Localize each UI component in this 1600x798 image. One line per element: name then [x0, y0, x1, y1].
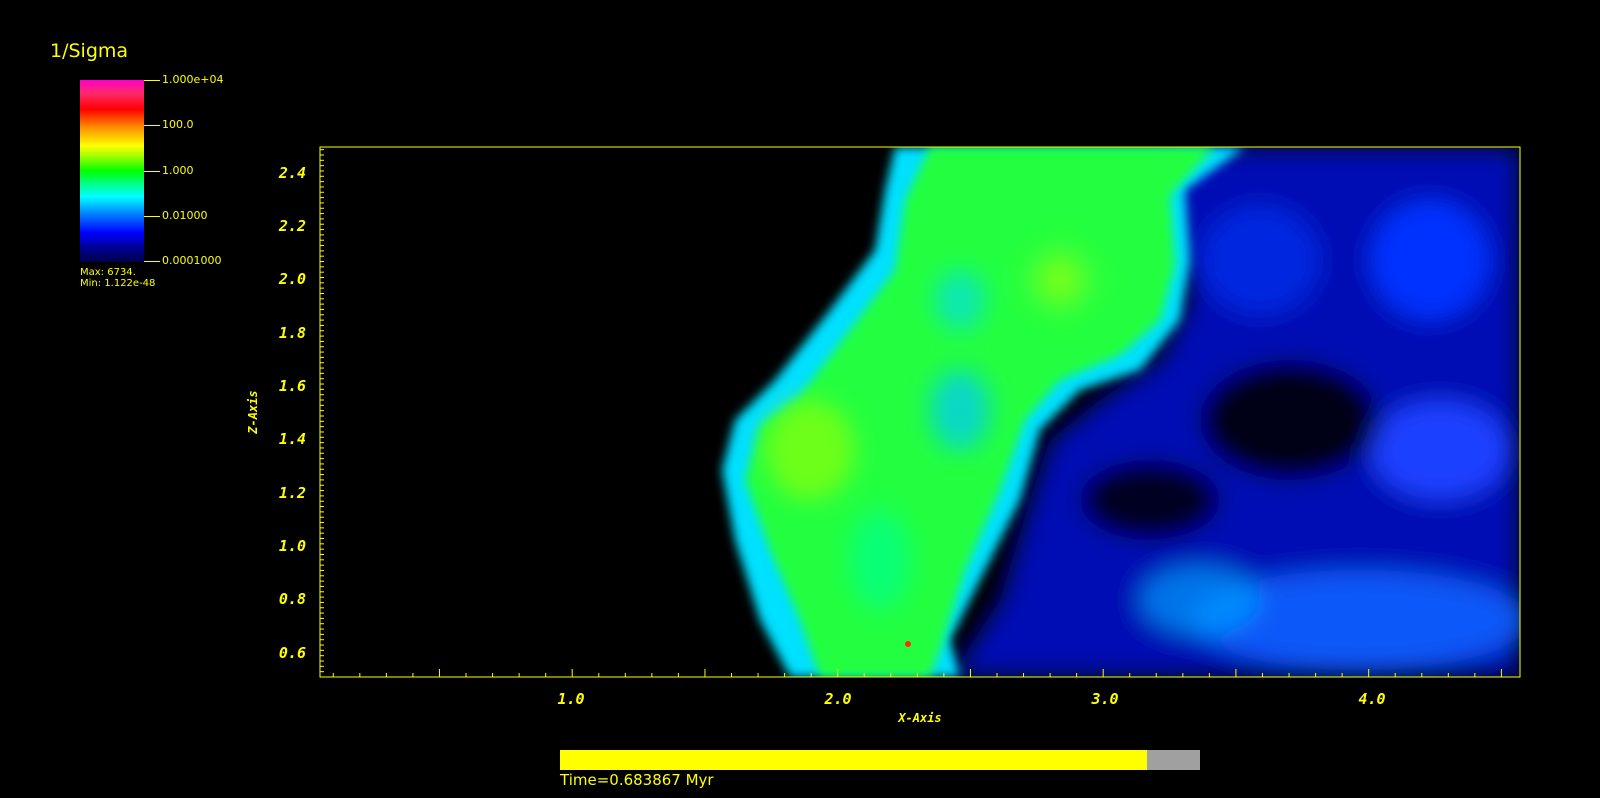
x-axis: 1.0 2.0 3.0 4.0 [557, 690, 1385, 708]
time-label: Time=0.683867 Myr [560, 771, 714, 789]
y-tick-label: 1.2 [279, 484, 306, 502]
y-tick-label: 2.4 [278, 164, 306, 182]
y-axis-title: Z-Axis [246, 390, 260, 434]
y-tick-label: 0.6 [279, 644, 306, 662]
y-tick-label: 0.8 [279, 590, 306, 608]
y-tick-label: 1.0 [279, 537, 306, 555]
x-tick-label: 1.0 [557, 690, 584, 708]
y-tick-label: 1.6 [279, 377, 306, 395]
plot: 2.4 2.2 2.0 1.8 1.6 1.4 1.2 1.0 0.8 0.6 … [246, 146, 1521, 725]
y-tick-label: 1.8 [279, 324, 306, 342]
hot-spot [905, 641, 911, 647]
x-tick-label: 3.0 [1090, 690, 1118, 708]
y-axis: 2.4 2.2 2.0 1.8 1.6 1.4 1.2 1.0 0.8 0.6 [278, 164, 306, 662]
x-axis-title: X-Axis [897, 711, 941, 725]
time-progress-fill [560, 750, 1147, 770]
y-tick-label: 2.0 [278, 270, 306, 288]
y-tick-label: 2.2 [278, 217, 306, 235]
x-tick-label: 2.0 [823, 690, 851, 708]
field-heatmap [320, 147, 1520, 677]
y-tick-label: 1.4 [279, 430, 306, 448]
time-progress-bar [560, 750, 1200, 770]
x-tick-label: 4.0 [1358, 690, 1385, 708]
